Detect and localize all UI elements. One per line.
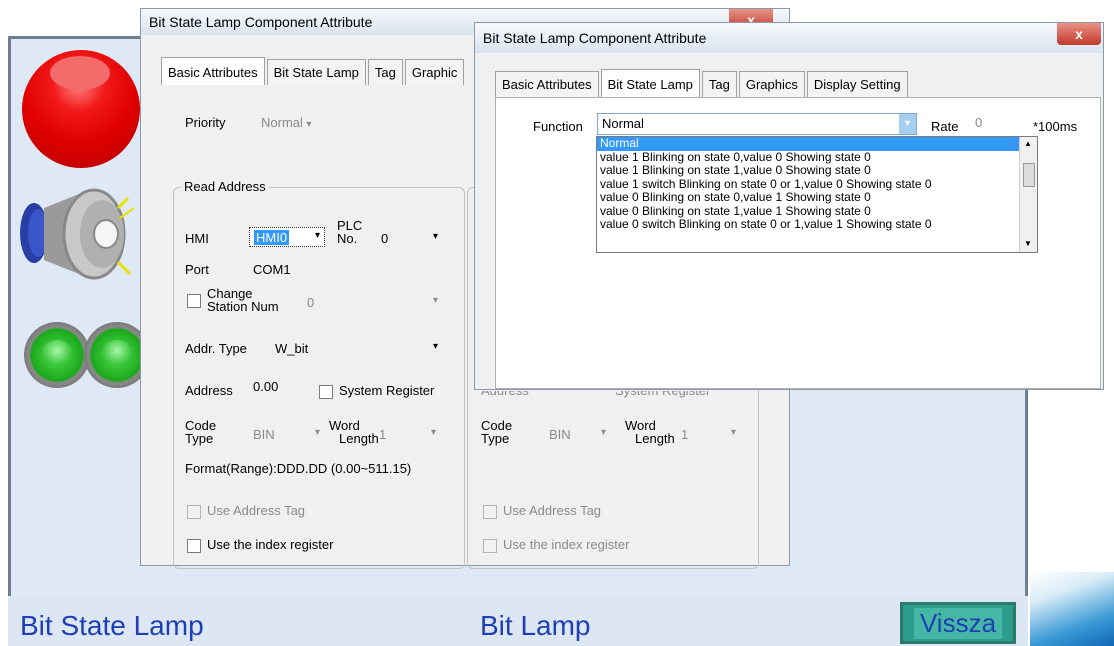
address-value: 0.00 <box>253 379 279 394</box>
tab-graphics[interactable]: Graphic <box>404 59 465 85</box>
hmi-value: HMI0 <box>254 230 290 245</box>
tab-tag[interactable]: Tag <box>367 59 403 85</box>
function-value: Normal <box>602 116 644 131</box>
plc-select[interactable]: 0 ▾ <box>381 231 438 246</box>
list-item[interactable]: Normal <box>597 137 1037 151</box>
code-type-value-2: BIN <box>549 427 571 442</box>
code-type-select[interactable]: BIN ▾ <box>253 427 320 442</box>
word-length-select-2[interactable]: 1 ▾ <box>681 427 736 442</box>
chevron-down-icon: ▾ <box>433 295 439 306</box>
rate-label: Rate <box>931 119 959 134</box>
format-range-text: Format(Range):DDD.DD (0.00~511.15) <box>185 461 412 476</box>
function-label: Function <box>533 119 583 134</box>
chevron-down-icon: ▾ <box>433 341 439 352</box>
priority-label: Priority <box>185 115 226 130</box>
hmi-select[interactable]: HMI0 ▾ <box>249 227 325 247</box>
plc-value: 0 <box>381 231 389 246</box>
chevron-down-icon: ▾ <box>601 427 607 438</box>
word-length-value-2: 1 <box>681 427 689 442</box>
priority-select[interactable]: Normal ▾ <box>261 115 312 130</box>
dialog-titlebar: Bit State Lamp Component Attribute <box>475 23 1103 53</box>
code-type-label-2: Code Type <box>481 418 513 446</box>
use-index-register-checkbox[interactable] <box>187 539 201 553</box>
change-station-label: Change Station Num <box>207 286 279 314</box>
scroll-down-icon[interactable]: ▼ <box>1024 239 1032 248</box>
close-button[interactable]: x <box>1057 23 1101 45</box>
chevron-down-icon[interactable]: ▾ <box>899 114 916 134</box>
word-length-select[interactable]: 1 ▾ <box>379 427 436 442</box>
decorative-swoosh <box>1030 572 1114 646</box>
list-item[interactable]: value 0 Blinking on state 1,value 1 Show… <box>597 204 1037 219</box>
dialog-title: Bit State Lamp Component Attribute <box>483 30 707 46</box>
tab-bit-state-lamp[interactable]: Bit State Lamp <box>266 59 366 85</box>
close-icon: x <box>1075 26 1083 42</box>
hmi-label: HMI <box>185 231 209 246</box>
red-lamp-highlight <box>50 56 110 90</box>
addr-type-value: W_bit <box>275 341 309 356</box>
address-input[interactable]: 0.00 <box>253 379 278 394</box>
code-type-select-2[interactable]: BIN ▾ <box>549 427 606 442</box>
list-item[interactable]: value 0 Blinking on state 0,value 1 Show… <box>597 190 1037 205</box>
change-station-value: 0 <box>307 295 315 310</box>
tab-basic-attributes[interactable]: Basic Attributes <box>495 71 599 97</box>
chevron-down-icon: ▾ <box>731 427 737 438</box>
scroll-thumb[interactable] <box>1023 163 1035 187</box>
system-register-checkbox[interactable] <box>319 385 333 399</box>
priority-value: Normal <box>261 115 303 130</box>
list-item[interactable]: value 1 Blinking on state 0,value 0 Show… <box>597 150 1037 165</box>
word-length-label: Word Length <box>329 418 379 446</box>
use-index-register-label: Use the index register <box>207 537 334 552</box>
tab-tag[interactable]: Tag <box>701 71 737 97</box>
use-address-tag-checkbox-2[interactable] <box>483 505 497 519</box>
word-length-value: 1 <box>379 427 387 442</box>
address-label: Address <box>185 383 233 398</box>
use-address-tag-label-2: Use Address Tag <box>503 503 602 518</box>
rate-unit: *100ms <box>1033 119 1078 134</box>
tab-display-setting[interactable]: Display Setting <box>806 71 908 97</box>
chevron-down-icon: ▾ <box>431 427 437 438</box>
list-item[interactable]: value 1 Blinking on state 1,value 0 Show… <box>597 163 1037 178</box>
chevron-down-icon: ▾ <box>314 230 320 241</box>
dropdown-scrollbar[interactable]: ▲ ▼ <box>1019 137 1037 252</box>
plc-no-label: PLC No. <box>337 218 363 246</box>
read-address-title: Read Address <box>181 179 269 194</box>
chevron-down-icon: ▾ <box>315 427 321 438</box>
rate-value: 0 <box>975 115 983 130</box>
list-item[interactable]: value 0 switch Blinking on state 0 or 1,… <box>597 217 1037 232</box>
chevron-down-icon: ▾ <box>306 119 312 130</box>
tab-graphics[interactable]: Graphics <box>738 71 805 97</box>
system-register-label: System Register <box>339 383 435 398</box>
back-button[interactable]: Vissza <box>900 602 1016 644</box>
green-lamp-icon[interactable] <box>24 322 90 388</box>
tab-bar: Basic Attributes Bit State Lamp Tag Grap… <box>495 69 910 97</box>
rate-input[interactable]: 0 <box>975 115 982 130</box>
tab-basic-attributes[interactable]: Basic Attributes <box>161 57 265 85</box>
footer-label-bit-state-lamp: Bit State Lamp <box>20 610 204 641</box>
addr-type-label: Addr. Type <box>185 341 247 356</box>
tab-bar: Basic Attributes Bit State Lamp Tag Grap… <box>161 57 466 85</box>
port-label: Port <box>185 262 209 277</box>
chevron-down-icon: ▾ <box>433 231 439 242</box>
buzzer-speaker-icon[interactable] <box>14 178 144 298</box>
scroll-up-icon[interactable]: ▲ <box>1024 139 1032 148</box>
use-address-tag-checkbox[interactable] <box>187 505 201 519</box>
footer-label-bit-lamp: Bit Lamp <box>480 610 591 641</box>
addr-type-select[interactable]: W_bit ▾ <box>275 341 438 356</box>
dialog-title: Bit State Lamp Component Attribute <box>149 14 373 30</box>
word-length-label-2: Word Length <box>625 418 675 446</box>
list-item[interactable]: value 1 switch Blinking on state 0 or 1,… <box>597 177 1037 192</box>
change-station-select[interactable]: 0 ▾ <box>307 295 438 310</box>
use-index-register-label-2: Use the index register <box>503 537 630 552</box>
back-button-label: Vissza <box>913 607 1003 639</box>
function-select[interactable]: Normal ▾ <box>597 113 917 135</box>
port-value: COM1 <box>253 262 291 277</box>
use-index-register-checkbox-2[interactable] <box>483 539 497 553</box>
function-dropdown-list: Normal value 1 Blinking on state 0,value… <box>596 136 1038 253</box>
change-station-checkbox[interactable] <box>187 294 201 308</box>
use-address-tag-label: Use Address Tag <box>207 503 306 518</box>
tab-bit-state-lamp[interactable]: Bit State Lamp <box>600 69 700 97</box>
code-type-value: BIN <box>253 427 275 442</box>
code-type-label: Code Type <box>185 418 217 446</box>
